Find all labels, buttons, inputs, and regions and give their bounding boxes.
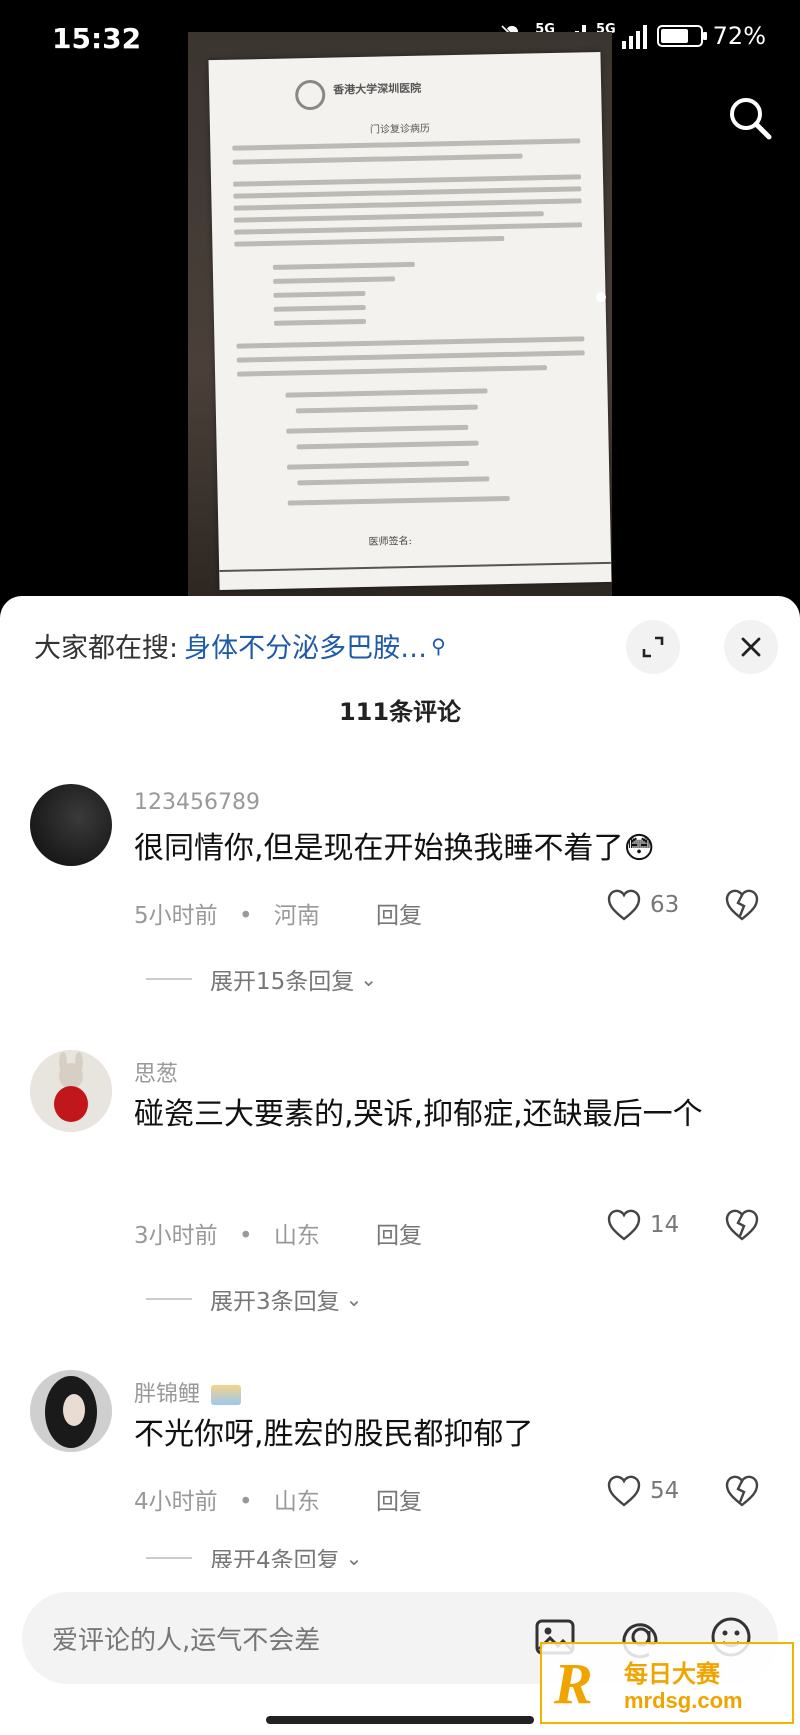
signal-icon [621, 23, 647, 49]
heart-icon [607, 889, 641, 921]
like-count: 54 [650, 1478, 680, 1504]
hospital-logo [294, 79, 326, 111]
comment-location: 山东 [273, 1223, 320, 1249]
avatar-image [30, 1050, 112, 1132]
comment-time: 5小时前 [134, 903, 218, 929]
separator-dot: • [238, 1489, 253, 1515]
reply-button[interactable]: 回复 [376, 1216, 422, 1250]
watermark-letter: R [554, 1651, 593, 1716]
comment-meta: 3小时前 • 山东 [134, 1216, 320, 1250]
like-count: 14 [650, 1212, 680, 1238]
search-icon[interactable] [724, 92, 776, 144]
comment-time: 4小时前 [134, 1489, 218, 1515]
comment-username[interactable]: 思葱 [134, 1056, 178, 1088]
divider [146, 1557, 192, 1559]
comment-input[interactable]: 爱评论的人,运气不会差 [52, 1620, 320, 1657]
avatar[interactable] [30, 1050, 112, 1132]
comment-time: 3小时前 [134, 1223, 218, 1249]
comment-text: 碰瓷三大要素的,哭诉,抑郁症,还缺最后一个 [134, 1097, 703, 1132]
battery-icon [656, 25, 707, 47]
expand-replies[interactable]: 展开4条回复 ⌄ [146, 1548, 362, 1568]
dislike-heart-icon[interactable] [724, 1208, 760, 1242]
chevron-down-icon: ⌄ [345, 1548, 363, 1568]
avatar[interactable] [30, 784, 112, 866]
comment-username[interactable]: 胖锦鲤 [134, 1376, 242, 1408]
reply-button[interactable]: 回复 [376, 1482, 422, 1516]
watermark-name: 每日大赛 [624, 1660, 720, 1688]
comment-location: 河南 [273, 903, 320, 929]
heart-icon [607, 1209, 641, 1241]
chevron-down-icon: ⌄ [360, 967, 378, 991]
hospital-name: 香港大学深圳医院 [333, 81, 422, 97]
hot-search-query[interactable]: 身体不分泌多巴胺… [184, 626, 427, 665]
badge-icon [211, 1385, 242, 1405]
reply-button[interactable]: 回复 [376, 896, 422, 930]
expand-replies[interactable]: 展开15条回复 ⌄ [146, 962, 377, 996]
like-button[interactable]: 54 [606, 1474, 679, 1508]
comment-username[interactable]: 123456789 [134, 790, 260, 815]
doctor-signature-label: 医师签名: [368, 536, 413, 548]
comment-count: 111条评论 [338, 698, 462, 726]
like-button[interactable]: 14 [606, 1208, 679, 1242]
like-count: 63 [650, 892, 680, 918]
watermark-domain: mrdsg.com [624, 1688, 743, 1713]
dislike-heart-icon[interactable] [724, 888, 760, 922]
chevron-down-icon: ⌄ [345, 1287, 363, 1311]
comment-meta: 4小时前 • 山东 [134, 1482, 320, 1516]
comment-location: 山东 [273, 1489, 320, 1515]
separator-dot: • [238, 1223, 253, 1249]
divider [146, 978, 192, 980]
expand-sheet-button[interactable] [626, 620, 680, 674]
photo-reflection [596, 292, 606, 302]
comment-meta: 5小时前 • 河南 [134, 896, 320, 930]
close-button[interactable] [724, 620, 778, 674]
hot-search[interactable]: 大家都在搜: 身体不分泌多巴胺… ⚲ [34, 626, 446, 665]
heart-icon [607, 1475, 641, 1507]
comment-text: 不光你呀,胜宏的股民都抑郁了 [134, 1417, 534, 1452]
comment-username-text: 胖锦鲤 [134, 1382, 201, 1407]
expand-replies-label: 展开3条回复 [210, 1289, 340, 1315]
status-time: 15:32 [52, 22, 142, 55]
medical-record-document: 香港大学深圳医院 门诊复诊病历 医师签名: [208, 51, 612, 591]
hot-search-label: 大家都在搜: [34, 633, 179, 664]
battery-percent: 72% [712, 22, 766, 50]
battery-fill [660, 29, 689, 43]
divider [146, 1298, 192, 1300]
expand-replies[interactable]: 展开3条回复 ⌄ [146, 1282, 362, 1316]
comment-text: 很同情你,但是现在开始换我睡不着了😳 [134, 831, 655, 866]
watermark-logo: R 每日大赛 mrdsg.com [540, 1642, 794, 1724]
dislike-heart-icon[interactable] [724, 1474, 760, 1508]
like-button[interactable]: 63 [606, 888, 679, 922]
document-type: 门诊复诊病历 [369, 123, 431, 136]
search-icon: ⚲ [431, 633, 446, 658]
expand-replies-label: 展开15条回复 [210, 969, 355, 995]
expand-replies-label: 展开4条回复 [210, 1548, 340, 1568]
avatar-image [30, 1370, 112, 1452]
expand-icon [642, 636, 664, 658]
avatar[interactable] [30, 1370, 112, 1452]
comment-sheet: 大家都在搜: 身体不分泌多巴胺… ⚲ 111条评论 123456789 很同情你… [0, 596, 800, 1735]
separator-dot: • [238, 903, 253, 929]
close-icon [741, 637, 761, 657]
home-indicator[interactable] [266, 1716, 534, 1724]
